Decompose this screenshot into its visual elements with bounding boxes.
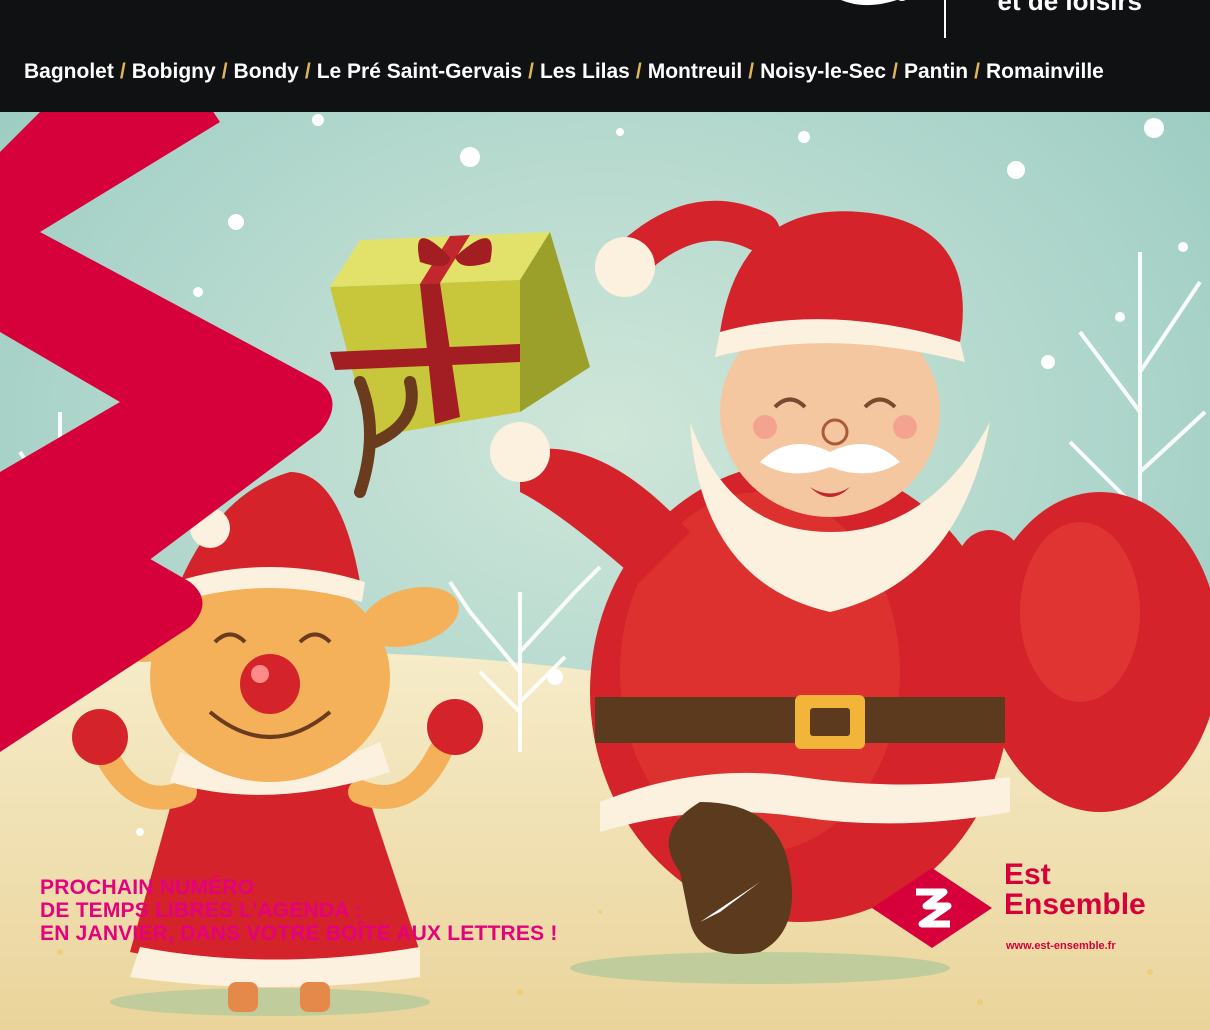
est-ensemble-mark-icon [872,868,992,948]
city-separator: / [528,60,534,83]
city-link[interactable]: Pantin [904,60,968,84]
magazine-logo-fragment [841,0,906,5]
city-separator: / [892,60,898,83]
city-link[interactable]: Romainville [986,60,1104,84]
brand-name-line-2: Ensemble [1004,888,1146,921]
brand-bolt-icon [0,112,333,752]
christmas-illustration: PROCHAIN NUMÉRO DE TEMPS LIBRES L'AGENDA… [0,112,1210,1030]
tagline: et de loisirs [997,0,1143,16]
city-link[interactable]: Montreuil [648,60,743,84]
next-issue-notice: PROCHAIN NUMÉRO DE TEMPS LIBRES L'AGENDA… [40,876,558,945]
city-separator: / [304,60,311,83]
city-separator: / [119,60,126,83]
top-banner: et de loisirs Bagnolet / Bobigny / Bondy / Le … [0,0,1210,112]
notice-line-3: EN JANVIER, DANS VOTRE BOÎTE AUX LETTRES… [40,922,558,945]
est-ensemble-name: Est Ensemble [1004,860,1146,920]
est-ensemble-logo[interactable]: Est Ensemble www.est-ensemble.fr [872,860,1172,960]
brand-name-line-1: Est [1004,858,1051,891]
notice-line-2: DE TEMPS LIBRES L'AGENDA : [40,899,363,922]
city-link[interactable]: Bagnolet [24,60,114,84]
city-link[interactable]: Le Pré Saint-Gervais [317,60,522,84]
header-divider [944,0,946,38]
city-separator: / [748,60,755,83]
notice-line-1: PROCHAIN NUMÉRO [40,876,255,899]
city-link[interactable]: Bondy [234,60,299,84]
city-separator: / [635,60,642,83]
city-link[interactable]: Bobigny [132,60,216,84]
city-link[interactable]: Noisy-le-Sec [760,60,886,84]
city-separator: / [974,60,980,83]
city-separator: / [221,60,228,83]
city-list: Bagnolet / Bobigny / Bondy / Le Pré Saint-Gerv… [24,60,1104,84]
city-link[interactable]: Les Lilas [540,60,630,84]
brand-url-link[interactable]: www.est-ensemble.fr [1006,940,1116,952]
